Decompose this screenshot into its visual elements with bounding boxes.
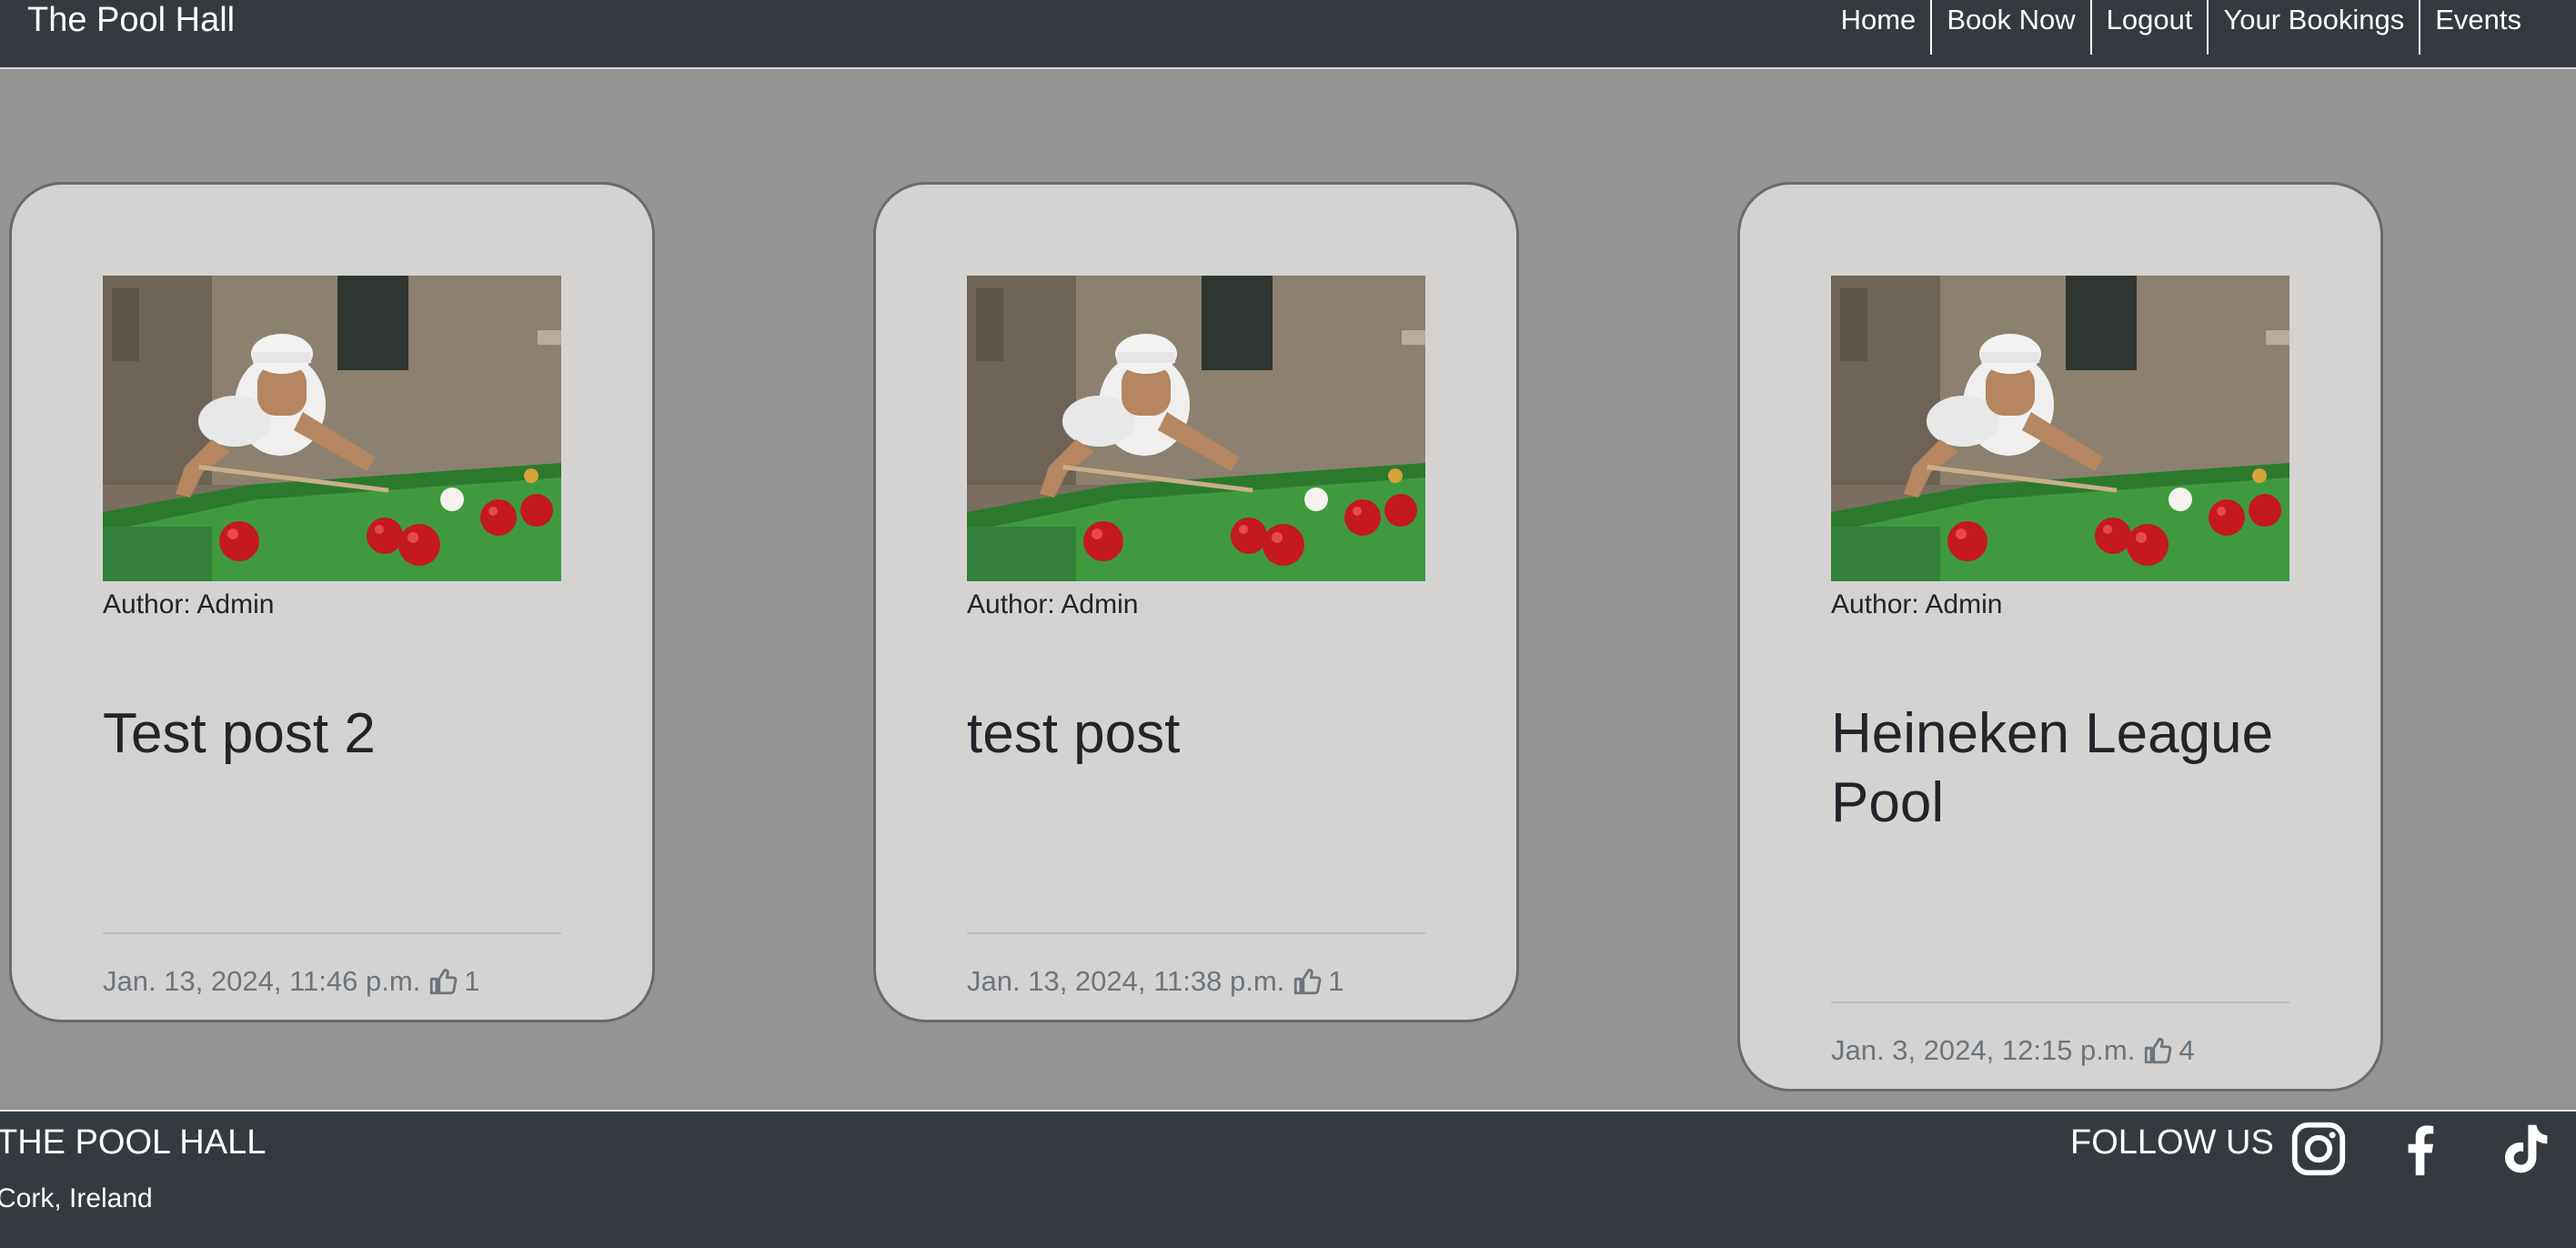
nav-link-home[interactable]: Home — [1826, 0, 1931, 55]
post-meta: Jan. 13, 2024, 11:46 p.m. 1 — [103, 963, 480, 1000]
post-card[interactable]: Author: Admin Test post 2 Jan. 13, 2024,… — [9, 182, 655, 1022]
like-count: 1 — [464, 965, 480, 997]
post-meta: Jan. 13, 2024, 11:38 p.m. 1 — [967, 963, 1344, 1000]
post-date: Jan. 3, 2024, 12:15 p.m. — [1831, 1034, 2136, 1066]
like-count: 4 — [2179, 1034, 2195, 1066]
thumbs-up-icon — [428, 966, 458, 997]
nav-link-events[interactable]: Events — [2419, 0, 2536, 55]
post-title[interactable]: test post — [967, 699, 1440, 769]
thumbs-up-icon — [1292, 966, 1323, 997]
card-divider — [103, 932, 561, 934]
instagram-icon[interactable] — [2287, 1117, 2350, 1181]
post-card[interactable]: Author: Admin test post Jan. 13, 2024, 1… — [873, 182, 1519, 1022]
post-date: Jan. 13, 2024, 11:46 p.m. — [103, 965, 421, 997]
post-card[interactable]: Author: Admin Heineken League Pool Jan. … — [1737, 182, 2383, 1092]
nav-link-book-now[interactable]: Book Now — [1930, 0, 2089, 55]
post-title[interactable]: Test post 2 — [103, 699, 576, 769]
post-list: Author: Admin Test post 2 Jan. 13, 2024,… — [0, 69, 2576, 1110]
nav-links: Home Book Now Logout Your Bookings Event… — [1826, 0, 2536, 55]
follow-us-label: FOLLOW US — [2070, 1123, 2274, 1162]
post-author: Author: Admin — [967, 589, 1139, 619]
card-divider — [1831, 1001, 2289, 1003]
thumbs-up-icon — [2142, 1035, 2173, 1066]
navbar: The Pool Hall Home Book Now Logout Your … — [0, 0, 2576, 69]
post-author: Author: Admin — [1831, 589, 2003, 619]
post-title[interactable]: Heineken League Pool — [1831, 699, 2304, 838]
nav-link-your-bookings[interactable]: Your Bookings — [2207, 0, 2419, 55]
footer-location: Cork, Ireland — [0, 1183, 153, 1213]
nav-link-logout[interactable]: Logout — [2089, 0, 2208, 55]
facebook-icon[interactable] — [2389, 1117, 2452, 1181]
post-image[interactable] — [967, 276, 1425, 581]
brand-link[interactable]: The Pool Hall — [27, 0, 235, 40]
post-image[interactable] — [1831, 276, 2289, 581]
footer-title: THE POOL HALL — [0, 1123, 267, 1162]
post-date: Jan. 13, 2024, 11:38 p.m. — [967, 965, 1285, 997]
card-divider — [967, 932, 1425, 934]
footer: THE POOL HALL Cork, Ireland FOLLOW US — [0, 1110, 2576, 1248]
like-count: 1 — [1328, 965, 1344, 997]
post-author: Author: Admin — [103, 589, 275, 619]
tiktok-icon[interactable] — [2492, 1117, 2556, 1181]
post-meta: Jan. 3, 2024, 12:15 p.m. 4 — [1831, 1032, 2195, 1069]
post-image[interactable] — [103, 276, 561, 581]
